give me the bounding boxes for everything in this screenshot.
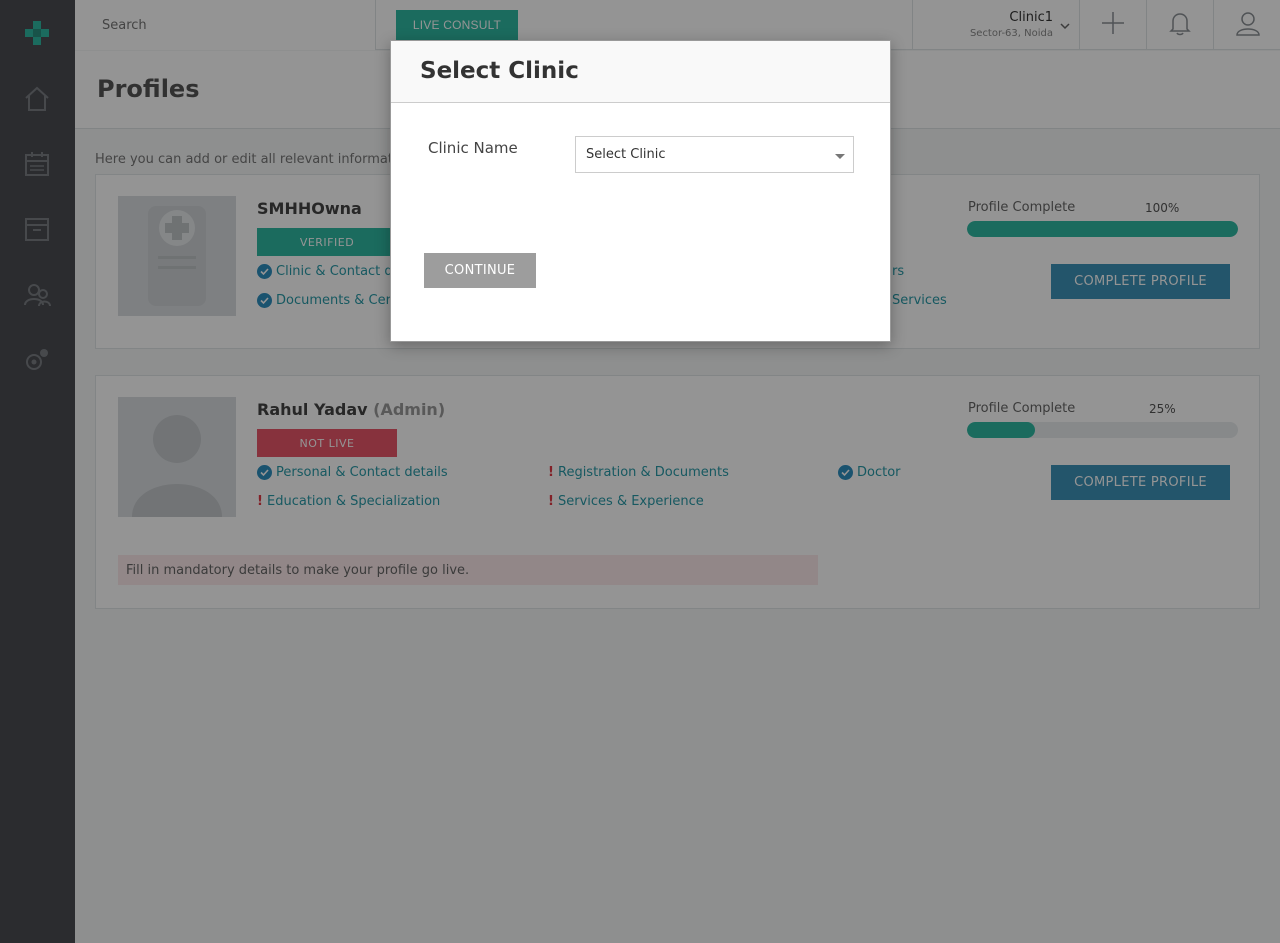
caret-down-icon xyxy=(835,154,845,159)
clinic-name-label: Clinic Name xyxy=(428,139,518,157)
modal-title: Select Clinic xyxy=(420,58,579,84)
select-value: Select Clinic xyxy=(586,147,666,162)
continue-button[interactable]: CONTINUE xyxy=(424,253,536,288)
modal-header: Select Clinic xyxy=(391,41,890,103)
clinic-select[interactable]: Select Clinic xyxy=(575,136,854,173)
select-clinic-modal: Select Clinic Clinic Name Select Clinic … xyxy=(390,40,891,342)
